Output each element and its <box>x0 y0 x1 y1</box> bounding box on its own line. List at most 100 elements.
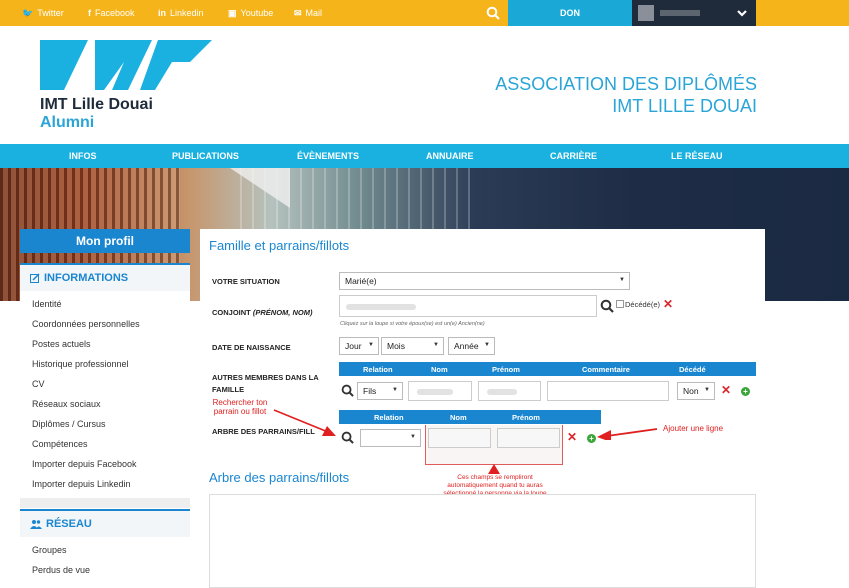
family-nom-blurred <box>417 389 453 395</box>
clear-conjoint-icon[interactable]: ✕ <box>663 297 673 311</box>
tree-display-area <box>209 494 756 588</box>
nav-evenements[interactable]: ÉVÈNEMENTS <box>297 144 359 168</box>
linkedin-icon: in <box>158 8 166 18</box>
linkedin-link[interactable]: in Linkedin <box>158 0 204 26</box>
tree-section-title: Arbre des parrains/fillots <box>209 470 350 485</box>
tree-col-prenom: Prénom <box>512 413 540 422</box>
sidebar-item-coordonnees[interactable]: Coordonnées personnelles <box>32 319 140 329</box>
site-header: IMT Lille Douai Alumni ASSOCIATION DES D… <box>0 26 849 144</box>
logo-subtitle: Alumni <box>40 114 95 131</box>
search-annotation: Rechercher ton parrain ou fillot <box>212 398 268 416</box>
family-table-header: Relation Nom Prénom Commentaire Décédé <box>339 362 756 376</box>
family-col-prenom: Prénom <box>492 365 520 374</box>
nav-publications[interactable]: PUBLICATIONS <box>172 144 239 168</box>
twitter-icon: 🐦 <box>22 7 34 18</box>
facebook-icon: f <box>88 8 91 18</box>
nav-le-reseau[interactable]: LE RÉSEAU <box>671 144 723 168</box>
caret-down-icon: ▼ <box>433 342 439 348</box>
tree-prenom-input <box>497 428 560 448</box>
family-prenom-input[interactable] <box>478 381 541 401</box>
sidebar-item-import-linkedin[interactable]: Importer depuis Linkedin <box>32 479 131 489</box>
family-prenom-blurred <box>487 389 517 395</box>
sidebar-item-cv[interactable]: CV <box>32 379 45 389</box>
remove-family-row-icon[interactable]: ✕ <box>721 383 731 397</box>
family-col-relation: Relation <box>363 365 393 374</box>
conjoint-search-icon[interactable] <box>600 299 614 313</box>
family-col-commentaire: Commentaire <box>582 365 630 374</box>
logo-title: IMT Lille Douai <box>40 96 153 113</box>
tree-relation-select[interactable]: ▼ <box>360 429 421 447</box>
search-arrow <box>273 409 336 436</box>
caret-down-icon: ▼ <box>619 277 625 283</box>
search-button[interactable] <box>478 0 508 26</box>
mail-link[interactable]: ✉ Mail <box>294 0 322 26</box>
decede-checkbox[interactable] <box>616 300 624 308</box>
tree-table-header: Relation Nom Prénom <box>339 410 601 424</box>
family-label-line2: FAMILLE <box>212 385 245 394</box>
caret-down-icon: ▼ <box>484 342 490 348</box>
conjoint-label: CONJOINT (PRÉNOM, NOM) <box>212 308 313 317</box>
tree-col-nom: Nom <box>450 413 467 422</box>
association-title-line1: ASSOCIATION DES DIPLÔMÉS <box>495 74 757 94</box>
caret-down-icon: ▼ <box>368 342 374 348</box>
sidebar-spacer <box>20 498 190 508</box>
twitter-link[interactable]: 🐦 Twitter <box>22 0 64 26</box>
main-nav: INFOS PUBLICATIONS ÉVÈNEMENTS ANNUAIRE C… <box>0 144 849 168</box>
nav-annuaire[interactable]: ANNUAIRE <box>426 144 474 168</box>
remove-tree-row-icon[interactable]: ✕ <box>567 430 577 444</box>
sidebar-item-perdus-de-vue[interactable]: Perdus de vue <box>32 565 90 575</box>
my-profile-button[interactable]: Mon profil <box>20 229 190 253</box>
add-row-arrow <box>597 428 658 440</box>
sidebar: Mon profil INFORMATIONS Identité Coordon… <box>20 229 190 588</box>
sidebar-item-groupes[interactable]: Groupes <box>32 545 67 555</box>
conjoint-hint: Cliquez sur la loupe si votre époux(se) … <box>340 321 485 327</box>
facebook-link[interactable]: f Facebook <box>88 0 135 26</box>
tree-search-icon[interactable] <box>341 431 354 444</box>
family-commentaire-input[interactable] <box>547 381 669 401</box>
informations-heading: INFORMATIONS <box>20 263 190 291</box>
nav-infos[interactable]: INFOS <box>69 144 97 168</box>
decede-label: Décédé(e) <box>625 300 661 309</box>
search-icon <box>486 6 500 20</box>
account-menu[interactable] <box>632 0 756 26</box>
family-col-nom: Nom <box>431 365 448 374</box>
add-family-row-icon[interactable]: + <box>741 387 750 396</box>
family-relation-select[interactable]: Fils ▼ <box>357 382 403 400</box>
caret-down-icon: ▼ <box>704 387 710 393</box>
birth-day-select[interactable]: Jour ▼ <box>339 337 379 355</box>
form-title: Famille et parrains/fillots <box>209 238 350 253</box>
chevron-down-icon <box>737 10 747 17</box>
caret-down-icon: ▼ <box>392 387 398 393</box>
family-search-icon[interactable] <box>341 384 354 397</box>
avatar <box>638 5 654 21</box>
sidebar-item-identite[interactable]: Identité <box>32 299 62 309</box>
users-icon <box>30 520 42 529</box>
situation-select[interactable]: Marié(e) ▼ <box>339 272 630 290</box>
donate-button[interactable]: DON <box>508 0 632 26</box>
sidebar-item-historique[interactable]: Historique professionnel <box>32 359 129 369</box>
tree-col-relation: Relation <box>374 413 404 422</box>
youtube-link[interactable]: ▣ Youtube <box>228 0 273 26</box>
conjoint-input[interactable] <box>339 295 597 317</box>
youtube-icon: ▣ <box>228 7 237 18</box>
sidebar-item-competences[interactable]: Compétences <box>32 439 88 449</box>
birth-date-label: DATE DE NAISSANCE <box>212 343 291 352</box>
caret-down-icon: ▼ <box>410 434 416 440</box>
edit-icon <box>30 273 40 283</box>
situation-label: VOTRE SITUATION <box>212 277 280 286</box>
top-bar: 🐦 Twitter f Facebook in Linkedin ▣ Youtube ✉… <box>0 0 849 26</box>
birth-month-select[interactable]: Mois ▼ <box>381 337 444 355</box>
nav-carriere[interactable]: CARRIÈRE <box>550 144 597 168</box>
sidebar-item-diplomes[interactable]: Diplômes / Cursus <box>32 419 106 429</box>
association-title-line2: IMT LILLE DOUAI <box>612 96 757 116</box>
tree-nom-input <box>428 428 491 448</box>
sidebar-item-postes[interactable]: Postes actuels <box>32 339 91 349</box>
family-nom-input[interactable] <box>408 381 472 401</box>
sidebar-item-reseaux-sociaux[interactable]: Réseaux sociaux <box>32 399 101 409</box>
birth-year-select[interactable]: Année ▼ <box>448 337 495 355</box>
reseau-heading: RÉSEAU <box>20 509 190 537</box>
sidebar-item-import-facebook[interactable]: Importer depuis Facebook <box>32 459 137 469</box>
family-decede-select[interactable]: Non ▼ <box>677 382 715 400</box>
conjoint-name-blurred <box>346 304 416 310</box>
informations-panel: INFORMATIONS Identité Coordonnées person… <box>20 263 190 498</box>
